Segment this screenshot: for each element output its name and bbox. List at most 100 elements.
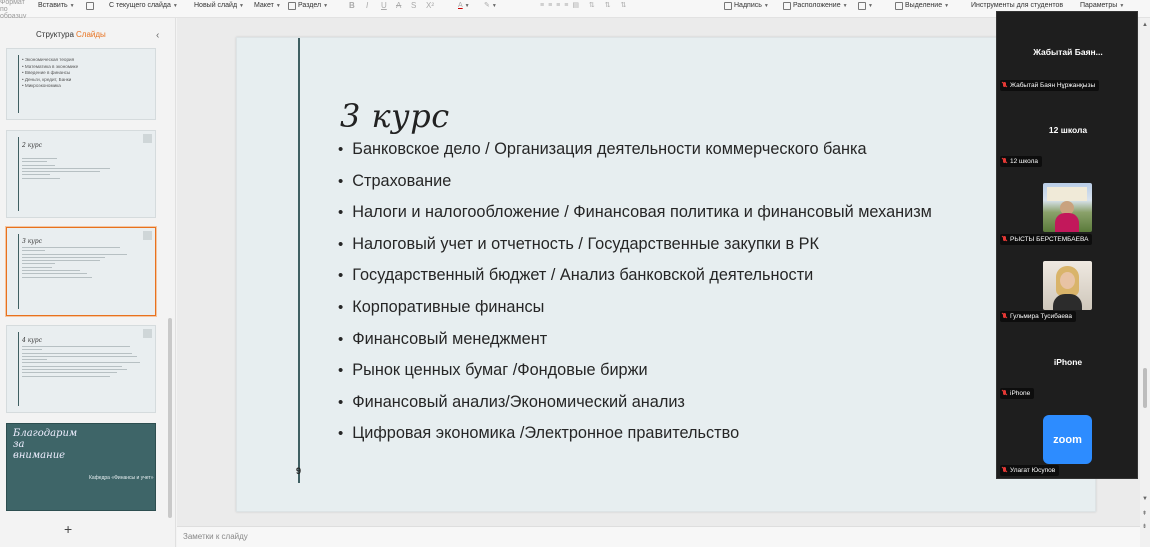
font-color-button[interactable]: A ▼ xyxy=(458,0,470,12)
thumb-line xyxy=(22,372,117,374)
superscript-button[interactable]: X² xyxy=(426,0,434,12)
thumb-title: 3 курс xyxy=(22,238,42,245)
slide-number: 9 xyxy=(296,466,302,476)
chevron-down-icon: ▼ xyxy=(491,3,497,9)
selection-label: Выделение xyxy=(905,2,943,9)
italic-button[interactable]: I xyxy=(366,0,368,12)
arrange-button[interactable]: Расположение ▼ xyxy=(783,0,848,12)
thumb-subtitle: Кафедра «Финансы и учет» xyxy=(89,475,154,481)
new-slide-button[interactable]: Новый слайд ▼ xyxy=(194,0,244,12)
bullet-item: Страхование xyxy=(338,169,1088,201)
chevron-down-icon: ▼ xyxy=(763,3,769,9)
participant-display-name: 12 школа xyxy=(1048,125,1088,135)
bold-button[interactable]: B xyxy=(349,0,355,12)
collapse-panel-icon[interactable]: ‹ xyxy=(156,30,159,41)
thumb-title: 2 курс xyxy=(22,142,42,149)
format-painter-label: Формат по образцу xyxy=(0,0,27,20)
slide-thumbnail-1[interactable]: • Экономическая теория • Математика в эк… xyxy=(6,48,156,120)
slide-title[interactable]: 3 курс xyxy=(340,97,450,135)
highlight-button[interactable]: ✎ ▼ xyxy=(484,0,497,12)
participant-tile[interactable]: Улагат Юсупов xyxy=(1000,465,1060,476)
section-button[interactable]: Раздел ▼ xyxy=(288,0,328,12)
shadow-button[interactable]: S xyxy=(411,0,416,12)
layout-button[interactable]: Макет ▼ xyxy=(254,0,281,12)
selection-icon xyxy=(895,2,903,10)
thumb-line xyxy=(22,167,110,169)
prev-slide-icon[interactable]: ⇞ xyxy=(1142,510,1147,517)
slide-canvas[interactable]: 3 курс Банковское дело / Организация дея… xyxy=(236,37,1096,512)
zoom-logo-icon: zoom xyxy=(1043,415,1092,464)
strikethrough-button[interactable]: A xyxy=(396,0,401,12)
copy-icon xyxy=(86,2,94,10)
next-slide-icon[interactable]: ⇟ xyxy=(1142,523,1147,530)
selection-button[interactable]: Выделение ▼ xyxy=(895,0,949,12)
participant-name-tag: 12 школа xyxy=(1010,158,1039,165)
slide-thumbnail-3[interactable]: 3 курс xyxy=(6,227,156,316)
participant-video xyxy=(1043,183,1092,232)
video-body xyxy=(1055,213,1079,232)
section-label: Раздел xyxy=(298,2,322,9)
bullet-item: Налоги и налогообложение / Финансовая по… xyxy=(338,200,1088,232)
bullet-item: Банковское дело / Организация деятельнос… xyxy=(338,137,1088,169)
tab-structure[interactable]: Структура xyxy=(36,30,74,39)
chevron-down-icon: ▼ xyxy=(275,3,281,9)
thumb-line xyxy=(22,273,87,275)
mic-muted-icon xyxy=(1002,82,1007,89)
slide-thumbnail-2[interactable]: 2 курс xyxy=(6,130,156,218)
participant-name-tag: Жабытай Баян Нұржанқызы xyxy=(1010,82,1096,89)
vertical-scrollbar[interactable]: ▲ ▼ ⇞ ⇟ xyxy=(1140,18,1150,547)
participant-name-tag: iPhone xyxy=(1010,390,1031,397)
thumb-accent-bar xyxy=(18,137,19,211)
thumb-line xyxy=(22,171,100,173)
thumb-line xyxy=(22,266,52,268)
slide-accent-bar xyxy=(298,38,300,483)
thumb-line xyxy=(22,256,105,258)
scroll-up-icon[interactable]: ▲ xyxy=(1142,22,1148,28)
mic-muted-icon xyxy=(1002,467,1007,474)
thumb-bullet: • Микроэкономика xyxy=(22,83,61,88)
paste-button[interactable]: Вставить ▼ xyxy=(38,0,75,12)
thumb-corner xyxy=(143,134,152,143)
underline-label: U xyxy=(381,1,387,10)
scroll-thumb[interactable] xyxy=(1143,368,1147,408)
shape-fill-button[interactable]: ▼ xyxy=(858,0,873,12)
highlight-icon: ✎ xyxy=(484,2,490,9)
participant-tile[interactable]: 12 школа xyxy=(1000,156,1043,167)
scroll-down-icon[interactable]: ▼ xyxy=(1142,496,1148,502)
panel-scrollbar[interactable] xyxy=(168,318,172,518)
shape-fill-icon xyxy=(858,2,866,10)
thumb-corner xyxy=(143,231,152,240)
mic-muted-icon xyxy=(1002,313,1007,320)
from-current-label: С текущего слайда xyxy=(109,2,171,9)
text-box-button[interactable]: Надпись ▼ xyxy=(724,0,769,12)
thumb-line xyxy=(22,276,92,278)
format-painter-button[interactable]: Формат по образцу xyxy=(0,0,34,20)
bold-label: B xyxy=(349,1,355,10)
slide-thumbnail-5[interactable]: Благодарим за внимание Кафедра «Финансы … xyxy=(6,423,156,511)
thumb-line xyxy=(22,250,45,252)
paragraph-controls[interactable]: ≡≡≡≡▤ ⇅ ⇅ ⇅ xyxy=(540,0,630,12)
slide-thumbnail-4[interactable]: 4 курс xyxy=(6,325,156,413)
participant-tile[interactable]: Гульмира Тусибаева xyxy=(1000,311,1076,322)
participant-tile[interactable]: iPhone xyxy=(1000,388,1035,399)
from-current-slide-button[interactable]: С текущего слайда ▼ xyxy=(109,0,178,12)
arrange-icon xyxy=(783,2,791,10)
superscript-label: X² xyxy=(426,1,434,10)
student-tools-label: Инструменты для студентов xyxy=(971,2,1064,9)
thumb-line xyxy=(22,247,120,248)
notes-area[interactable]: Заметки к слайду xyxy=(177,526,1140,547)
slide-bullet-list[interactable]: Банковское дело / Организация деятельнос… xyxy=(338,137,1088,453)
participant-tile[interactable]: РЫСТЫ БЕРСТЕМБАЕВА xyxy=(1000,234,1093,245)
copy-button[interactable] xyxy=(86,0,94,12)
tab-slides[interactable]: Слайды xyxy=(76,30,106,39)
thumb-line xyxy=(22,359,47,361)
arrange-label: Расположение xyxy=(793,2,841,9)
thumb-corner xyxy=(143,329,152,338)
add-slide-button[interactable]: + xyxy=(64,521,72,537)
thumb-line xyxy=(22,263,55,265)
participant-tile[interactable]: Жабытай Баян Нұржанқызы xyxy=(1000,80,1100,91)
underline-button[interactable]: U xyxy=(381,0,387,12)
participant-display-name: iPhone xyxy=(1053,357,1083,367)
strikethrough-label: A xyxy=(396,1,402,10)
parameters-label: Параметры xyxy=(1080,2,1118,9)
